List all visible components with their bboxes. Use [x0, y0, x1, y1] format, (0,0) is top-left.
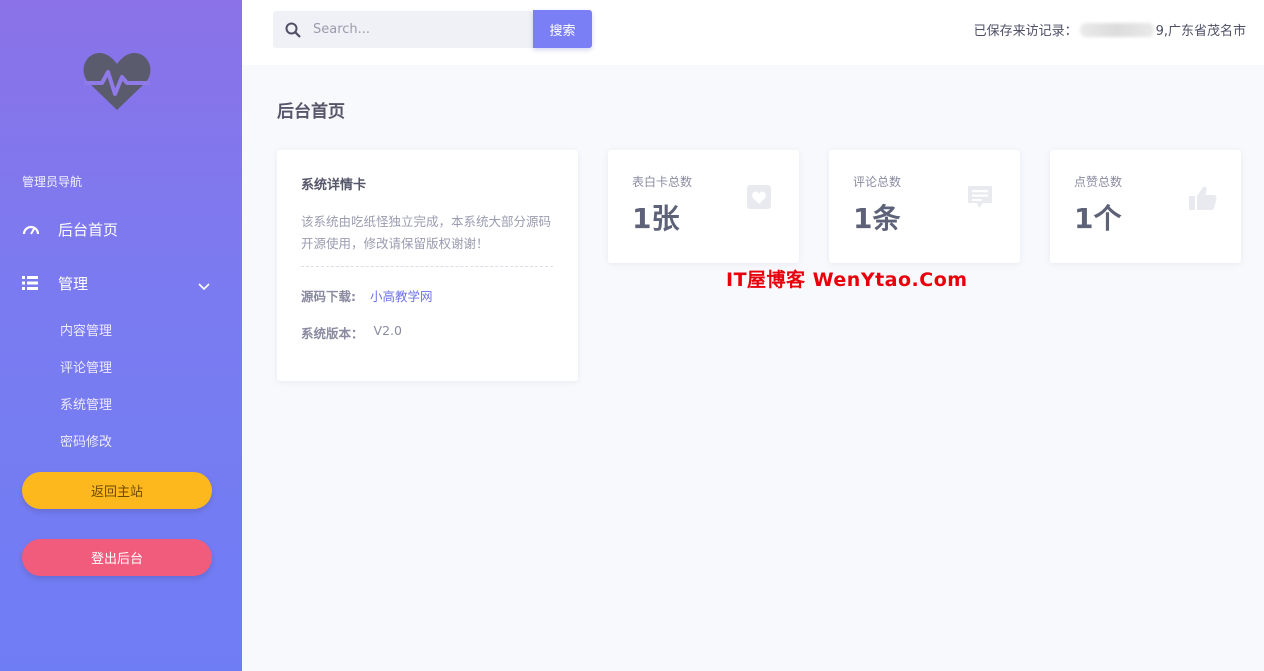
top-bar: 搜索 已保存来访记录： 9,广东省茂名市: [242, 0, 1264, 65]
sidebar-sub-item-system[interactable]: 系统管理: [60, 394, 112, 413]
heart-icon: [746, 184, 774, 212]
back-to-site-button[interactable]: 返回主站: [22, 472, 212, 509]
search-button[interactable]: 搜索: [533, 10, 592, 48]
watermark-text: IT屋博客 WenYtao.Com: [726, 269, 968, 291]
system-version-label: 系统版本：: [301, 326, 364, 341]
stat-value: 1张: [632, 202, 680, 235]
sidebar-item-home-label: 后台首页: [58, 220, 119, 239]
sidebar-sub-item-comments[interactable]: 评论管理: [60, 357, 112, 376]
sidebar-sub-item-content[interactable]: 内容管理: [60, 320, 112, 339]
sidebar: 管理员导航 后台首页 管理 内容管理 评论管理 系统管理 密码修改 返回主站 登…: [0, 0, 242, 671]
sidebar-sub-item-password[interactable]: 密码修改: [60, 431, 112, 450]
thumbs-up-icon: [1188, 184, 1217, 212]
sidebar-item-manage[interactable]: 管理: [22, 268, 220, 298]
comment-icon: [967, 184, 995, 212]
source-download-link[interactable]: 小高教学网: [370, 286, 433, 305]
stat-label: 评论总数: [853, 175, 902, 189]
search-icon: [285, 21, 303, 39]
page-title: 后台首页: [277, 102, 345, 122]
stat-card-comments: 评论总数 1条: [829, 150, 1020, 263]
sidebar-item-manage-label: 管理: [58, 274, 89, 293]
visit-record-info: 已保存来访记录： 9,广东省茂名市: [974, 20, 1246, 39]
heartbeat-logo-icon: [82, 50, 152, 112]
system-version-value: V2.0: [373, 323, 402, 338]
dashboard-gauge-icon: [22, 219, 46, 239]
stat-value: 1个: [1074, 202, 1122, 235]
stat-value: 1条: [853, 202, 901, 235]
logout-button[interactable]: 登出后台: [22, 539, 212, 576]
visit-record-location: 9,广东省茂名市: [1155, 24, 1246, 39]
visit-record-prefix: 已保存来访记录：: [973, 24, 1078, 39]
system-detail-card: 系统详情卡 该系统由吃纸怪独立完成，本系统大部分源码开源使用，修改请保留版权谢谢…: [277, 150, 578, 381]
search-input[interactable]: [313, 22, 523, 37]
source-download-row: 源码下载: 小高教学网: [301, 286, 433, 305]
detail-card-title: 系统详情卡: [301, 178, 367, 193]
source-download-label: 源码下载:: [301, 289, 356, 304]
stat-label: 表白卡总数: [632, 175, 693, 189]
system-version-row: 系统版本： V2.0: [301, 323, 402, 342]
nav-section-title: 管理员导航: [22, 175, 83, 189]
stat-card-likes: 点赞总数 1个: [1050, 150, 1241, 263]
detail-card-description: 该系统由吃纸怪独立完成，本系统大部分源码开源使用，修改请保留版权谢谢！: [301, 214, 552, 251]
stat-card-confessions: 表白卡总数 1张: [608, 150, 799, 263]
stat-label: 点赞总数: [1074, 175, 1123, 189]
redacted-ip: [1079, 22, 1154, 37]
chevron-down-icon: [198, 276, 210, 295]
sidebar-item-home[interactable]: 后台首页: [22, 214, 220, 244]
search-box: [273, 11, 533, 48]
divider: [301, 266, 553, 267]
list-icon: [22, 273, 46, 293]
